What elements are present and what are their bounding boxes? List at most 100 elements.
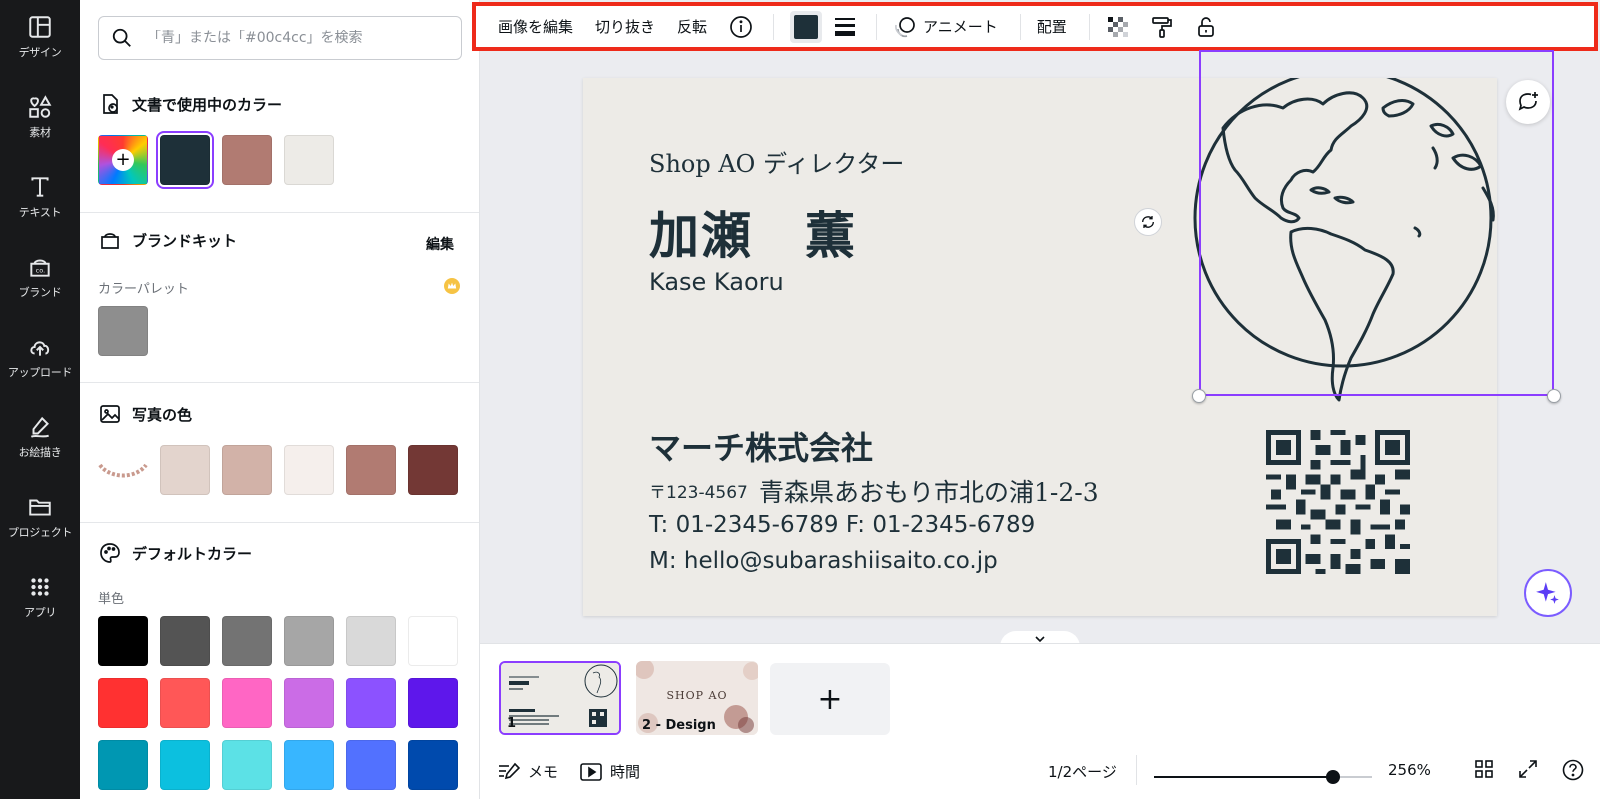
email-text[interactable]: M: hello@subarashiisaito.co.jp bbox=[649, 548, 998, 574]
help-button[interactable] bbox=[1562, 759, 1592, 781]
page-thumbnail-1[interactable]: 1 bbox=[499, 661, 621, 735]
toolbar-separator bbox=[876, 13, 878, 40]
position-button[interactable]: 配置 bbox=[1037, 16, 1067, 37]
color-swatch[interactable] bbox=[408, 616, 458, 666]
color-swatch[interactable] bbox=[284, 678, 334, 728]
color-swatch[interactable] bbox=[160, 740, 210, 790]
color-swatch[interactable] bbox=[222, 135, 272, 185]
text-icon bbox=[31, 177, 49, 197]
address-text[interactable]: 青森県あおもり市北の浦1-2-3 bbox=[759, 473, 1099, 509]
page-number: 1 bbox=[507, 716, 517, 731]
color-swatch[interactable] bbox=[98, 740, 148, 790]
sparkle-icon bbox=[1536, 582, 1559, 604]
divider bbox=[1136, 755, 1137, 785]
rail-item-elements[interactable]: 素材 bbox=[0, 80, 80, 150]
globe-illustration[interactable] bbox=[1183, 78, 1497, 438]
rail-item-label: 素材 bbox=[29, 126, 51, 139]
divider bbox=[80, 212, 479, 213]
resize-handle-bottom-right[interactable] bbox=[1547, 389, 1561, 403]
page-thumbnail-2[interactable]: SHOP AO 2 - Design bbox=[636, 661, 758, 735]
toolbar-separator bbox=[1019, 13, 1021, 40]
color-swatch[interactable] bbox=[160, 678, 210, 728]
palette-doc-icon bbox=[103, 94, 118, 114]
rail-item-projects[interactable]: プロジェクト bbox=[0, 480, 80, 550]
page-count[interactable]: 1/2ページ bbox=[1048, 761, 1117, 782]
help-icon bbox=[1562, 759, 1584, 781]
name-jp-text[interactable]: 加瀬 薫 bbox=[649, 196, 857, 268]
phone-fax-text[interactable]: T: 01-2345-6789 F: 01-2345-6789 bbox=[649, 512, 1035, 538]
color-swatch[interactable] bbox=[160, 616, 210, 666]
color-swatch[interactable] bbox=[222, 740, 272, 790]
color-swatch[interactable] bbox=[160, 445, 210, 495]
zoom-slider-knob[interactable] bbox=[1325, 770, 1340, 784]
rail-item-apps[interactable]: アプリ bbox=[0, 560, 80, 630]
color-swatch[interactable] bbox=[408, 678, 458, 728]
brand-kit-edit-link[interactable]: 編集 bbox=[426, 234, 454, 254]
color-swatch[interactable] bbox=[346, 445, 396, 495]
rail-item-draw[interactable]: お絵描き bbox=[0, 400, 80, 470]
copy-style-button[interactable] bbox=[1150, 15, 1174, 39]
magic-assistant-button[interactable] bbox=[1524, 569, 1572, 617]
rotate-handle[interactable] bbox=[1134, 208, 1162, 236]
business-card-canvas[interactable]: Shop AO ディレクター 加瀬 薫 Kase Kaoru マーチ株式会社 〒… bbox=[583, 78, 1497, 616]
fullscreen-button[interactable] bbox=[1518, 759, 1546, 779]
zoom-level[interactable]: 256% bbox=[1388, 761, 1431, 779]
rail-item-label: ブランド bbox=[18, 286, 62, 299]
color-swatch[interactable] bbox=[222, 445, 272, 495]
rail-item-design[interactable]: デザイン bbox=[0, 0, 80, 70]
color-swatch[interactable] bbox=[346, 616, 396, 666]
line-weight-button[interactable] bbox=[834, 16, 856, 38]
zoom-slider[interactable] bbox=[1154, 770, 1372, 784]
unlock-icon bbox=[1197, 16, 1214, 37]
crown-icon bbox=[444, 278, 460, 294]
animate-button[interactable]: アニメート bbox=[893, 15, 998, 39]
color-panel: 文書で使用中のカラー + ブランドキット 編集 カラーパレット 写真の色 デフォ… bbox=[80, 0, 480, 799]
add-comment-button[interactable] bbox=[1506, 80, 1550, 124]
color-swatch[interactable] bbox=[98, 616, 148, 666]
rail-item-text[interactable]: テキスト bbox=[0, 160, 80, 230]
color-swatch[interactable] bbox=[222, 678, 272, 728]
photo-thumbnail[interactable] bbox=[98, 445, 148, 495]
search-input[interactable] bbox=[147, 30, 447, 46]
notes-button[interactable]: メモ bbox=[498, 761, 558, 782]
timer-button[interactable]: 時間 bbox=[580, 761, 640, 782]
default-colors-title: デフォルトカラー bbox=[98, 541, 252, 565]
color-swatch[interactable] bbox=[284, 135, 334, 185]
company-text[interactable]: マーチ株式会社 bbox=[649, 423, 873, 469]
toolbar-separator bbox=[1088, 13, 1090, 40]
brand-kit-icon bbox=[101, 233, 119, 249]
rail-item-brand[interactable]: co. ブランド bbox=[0, 240, 80, 310]
color-swatch[interactable] bbox=[98, 306, 148, 356]
color-swatch[interactable] bbox=[284, 445, 334, 495]
rail-item-uploads[interactable]: アップロード bbox=[0, 320, 80, 390]
pages-strip: 1 SHOP AO 2 - Design + bbox=[480, 643, 1600, 743]
add-page-button[interactable]: + bbox=[770, 663, 890, 735]
postal-code-text[interactable]: 〒123-4567 bbox=[649, 478, 748, 503]
svg-text:co.: co. bbox=[36, 266, 46, 274]
crop-button[interactable]: 切り抜き bbox=[595, 16, 655, 37]
edit-image-button[interactable]: 画像を編集 bbox=[498, 16, 573, 37]
color-swatch[interactable] bbox=[408, 445, 458, 495]
rail-item-label: お絵描き bbox=[18, 446, 62, 459]
grid-view-button[interactable] bbox=[1474, 759, 1502, 779]
color-swatch[interactable] bbox=[408, 740, 458, 790]
flip-button[interactable]: 反転 bbox=[677, 16, 707, 37]
color-search[interactable] bbox=[98, 16, 462, 60]
info-button[interactable] bbox=[729, 15, 753, 39]
job-title-text[interactable]: Shop AO ディレクター bbox=[649, 144, 904, 179]
transparency-button[interactable] bbox=[1106, 15, 1130, 39]
name-en-text[interactable]: Kase Kaoru bbox=[649, 268, 784, 296]
color-swatch[interactable] bbox=[98, 678, 148, 728]
color-swatch[interactable] bbox=[222, 616, 272, 666]
color-swatch[interactable] bbox=[346, 740, 396, 790]
lock-button[interactable] bbox=[1194, 15, 1218, 39]
color-swatch[interactable] bbox=[346, 678, 396, 728]
color-picker-button[interactable] bbox=[790, 10, 823, 43]
color-swatch[interactable] bbox=[284, 616, 334, 666]
resize-handle-bottom-left[interactable] bbox=[1192, 389, 1206, 403]
color-swatch[interactable] bbox=[284, 740, 334, 790]
qr-code[interactable] bbox=[1266, 430, 1410, 574]
rail-item-label: プロジェクト bbox=[7, 526, 73, 539]
add-color-button[interactable]: + bbox=[98, 135, 148, 185]
color-swatch[interactable] bbox=[156, 131, 214, 189]
